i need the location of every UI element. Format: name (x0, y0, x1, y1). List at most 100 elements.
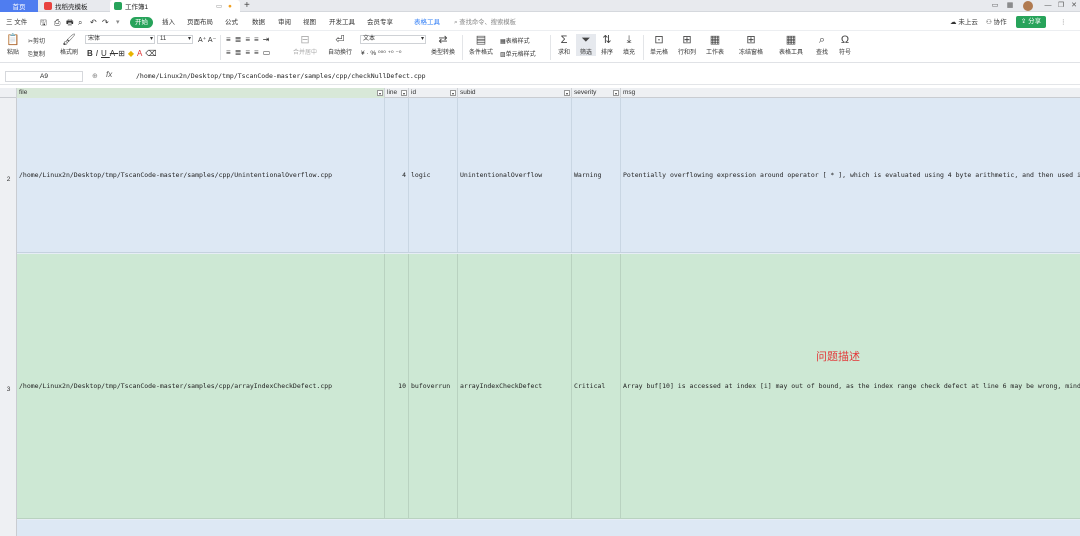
cell-button[interactable]: ⊡ 单元格 (647, 34, 671, 56)
more-menu-icon[interactable]: ⋮ (1060, 17, 1067, 28)
menu-review[interactable]: 审阅 (278, 17, 291, 28)
save-icon[interactable]: 🖫 (40, 17, 47, 28)
formula-input[interactable]: /home/Linux2n/Desktop/tmp/TscanCode-mast… (136, 72, 426, 80)
cell-msg[interactable]: Potentially overflowing expression aroun… (621, 98, 1080, 252)
merge-center-button[interactable]: ⊟ 合并居中 (290, 34, 320, 56)
wrap-text-button[interactable]: ⏎ 自动换行 (326, 34, 354, 56)
menu-formula[interactable]: 公式 (225, 17, 238, 28)
cell-file[interactable]: /home/Linux2n/Desktop/tmp/TscanCode-mast… (17, 254, 385, 518)
cell-style-button[interactable]: ▨单元格样式 (500, 49, 536, 58)
table-tools-button[interactable]: ▦ 表格工具 (775, 34, 807, 56)
restore-icon[interactable]: ❐ (1056, 1, 1066, 10)
paste-button[interactable]: 📋 粘贴 (5, 34, 21, 56)
print-icon[interactable]: 🖶 (66, 17, 74, 28)
cell-subid[interactable]: arrayIndexCheckDefect (458, 254, 572, 518)
cell-severity[interactable]: Warning (572, 98, 621, 252)
column-header-line[interactable]: line ▾ (385, 88, 409, 98)
share-button[interactable]: ⇪ 分享 (1016, 16, 1046, 28)
font-size-select[interactable]: 11 ▾ (157, 35, 193, 44)
text-style-buttons[interactable]: BIUA⊞◆A⌫ (87, 49, 160, 58)
font-family-select[interactable]: 宋体 ▾ (85, 35, 155, 44)
copy-button[interactable]: ⎘复制 (28, 49, 45, 59)
cell-file[interactable]: /home/Linux2n/Desktop/tmp/TscanCode-mast… (17, 98, 385, 252)
cell-severity[interactable]: Critical (572, 254, 621, 518)
strikethrough-icon[interactable]: A (110, 49, 118, 58)
preview-icon[interactable]: ⌕ (78, 17, 82, 28)
worksheet-button[interactable]: ▦ 工作表 (703, 34, 727, 56)
bold-icon[interactable]: B (87, 49, 96, 58)
zoom-icon[interactable]: ⊕ (92, 72, 98, 80)
row-number[interactable]: 2 (0, 176, 17, 183)
cell-msg[interactable]: Array buf[10] is accessed at index [i] m… (621, 254, 1080, 518)
select-all-corner[interactable] (0, 88, 17, 98)
cell-subid[interactable]: UnintentionalOverflow (458, 98, 572, 252)
column-header-severity[interactable]: severity ▾ (572, 88, 621, 98)
monitor-icon[interactable]: ▭ (216, 2, 222, 10)
align-left-icons[interactable]: ≡≣≡≡▭ (226, 48, 274, 57)
clear-icon[interactable]: ⌫ (145, 49, 159, 58)
cut-button[interactable]: ✂剪切 (28, 36, 45, 45)
close-icon[interactable]: ✕ (1069, 1, 1079, 10)
table-row[interactable]: /home/Linux2n/Desktop/tmp/TscanCode-mast… (17, 254, 1080, 519)
avatar[interactable] (1023, 1, 1033, 11)
menu-insert[interactable]: 插入 (162, 17, 175, 28)
fill-color-icon[interactable]: ◆ (128, 49, 137, 58)
filter-dropdown-icon[interactable]: ▾ (613, 90, 619, 96)
sort-button[interactable]: ⇅ 排序 (598, 34, 616, 56)
menu-table-tools[interactable]: 表格工具 (414, 17, 440, 28)
cell-line[interactable]: 4 (385, 98, 409, 252)
table-row[interactable] (17, 520, 1080, 536)
column-header-subid[interactable]: subid ▾ (458, 88, 572, 98)
filter-dropdown-icon[interactable]: ▾ (401, 90, 407, 96)
row-number[interactable]: 3 (0, 386, 17, 393)
command-search[interactable]: ⌕ 查找命令、搜索模板 (454, 17, 516, 28)
grid-apps-icon[interactable]: ▦ (1005, 1, 1015, 10)
table-style-button[interactable]: ▦表格样式 (500, 36, 530, 45)
minimize-icon[interactable]: — (1043, 1, 1053, 10)
border-icon[interactable]: ⊞ (118, 49, 128, 58)
cell-id[interactable]: bufoverrun (409, 254, 458, 518)
filter-dropdown-icon[interactable]: ▾ (564, 90, 570, 96)
layout-icon[interactable]: ▭ (990, 1, 1000, 10)
menu-view[interactable]: 视图 (303, 17, 316, 28)
undo-icon[interactable]: ↶ (90, 17, 97, 28)
quick-access-more-icon[interactable]: ▾ (116, 17, 120, 28)
number-format-icons[interactable]: ¥ · % ⁰⁰⁰ ⁺⁰ ⁻⁰ (361, 49, 401, 57)
number-format-select[interactable]: 文本 ▾ (360, 35, 426, 44)
new-tab-plus-icon[interactable]: + (244, 0, 250, 12)
cell-id[interactable]: logic (409, 98, 458, 252)
freeze-panes-button[interactable]: ⊞ 冻结窗格 (735, 34, 767, 56)
export-pdf-icon[interactable]: ⎙ (54, 17, 60, 28)
menu-member[interactable]: 会员专享 (367, 17, 393, 28)
conditional-format-button[interactable]: ▤ 条件格式 (466, 34, 496, 56)
row-col-button[interactable]: ⊞ 行和列 (675, 34, 699, 56)
column-header-msg[interactable]: msg (621, 88, 1080, 98)
menu-dev-tools[interactable]: 开发工具 (329, 17, 355, 28)
align-top-icons[interactable]: ≡≣≡≡⇥ (226, 35, 273, 44)
menu-start[interactable]: 开始 (130, 17, 153, 28)
fx-icon[interactable]: fx (106, 70, 112, 79)
symbol-button[interactable]: Ω 符号 (835, 34, 855, 56)
column-header-id[interactable]: id ▾ (409, 88, 458, 98)
table-row[interactable]: /home/Linux2n/Desktop/tmp/TscanCode-mast… (17, 98, 1080, 253)
underline-icon[interactable]: U (101, 49, 110, 58)
menu-data[interactable]: 数据 (252, 17, 265, 28)
cloud-status[interactable]: ☁ 未上云 (950, 17, 978, 28)
collab-button[interactable]: ⚇ 协作 (986, 17, 1007, 28)
filter-dropdown-icon[interactable]: ▾ (377, 90, 383, 96)
sum-button[interactable]: Σ 求和 (555, 34, 573, 56)
font-grow-icon[interactable]: A⁺ A⁻ (198, 36, 216, 44)
menu-page-layout[interactable]: 页面布局 (187, 17, 213, 28)
fill-button[interactable]: ⤓ 填充 (620, 34, 638, 56)
menu-file[interactable]: 三 文件 (6, 17, 27, 28)
redo-icon[interactable]: ↷ (102, 17, 109, 28)
tab-workbook[interactable]: 工作簿1 ▭ ● (110, 0, 240, 12)
tab-home[interactable]: 首页 (0, 0, 38, 12)
type-convert-button[interactable]: ⇄ 类型转换 (428, 34, 458, 56)
column-header-file[interactable]: file ▾ (17, 88, 385, 98)
tab-templates[interactable]: 找稻壳模板 (40, 0, 106, 12)
filter-dropdown-icon[interactable]: ▾ (450, 90, 456, 96)
name-box[interactable]: A9 (5, 71, 83, 82)
format-painter-button[interactable]: 🖌 格式刷 (58, 34, 80, 56)
cell-line[interactable]: 10 (385, 254, 409, 518)
